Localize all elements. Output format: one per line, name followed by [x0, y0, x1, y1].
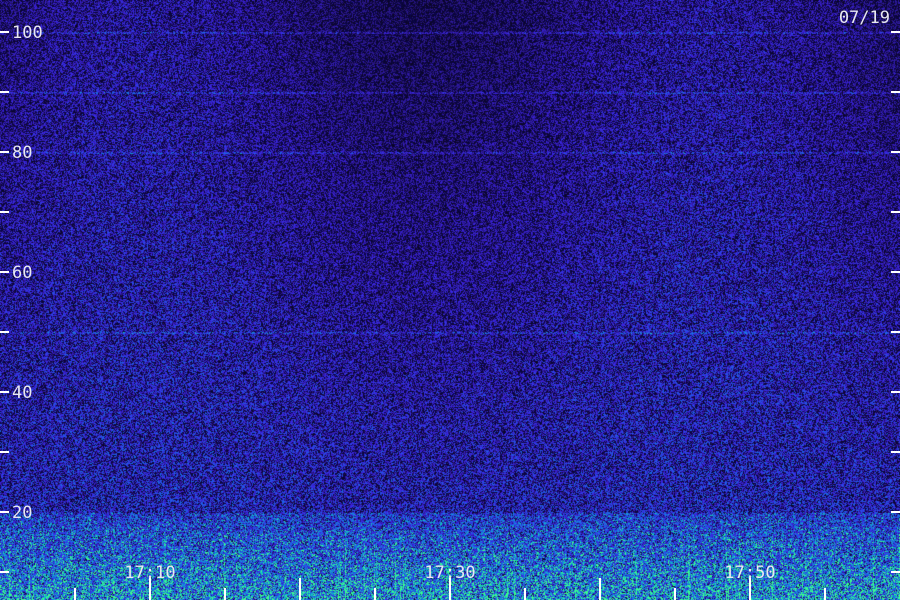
y-tick-label: 40 — [12, 383, 32, 403]
y-tick-label: 100 — [12, 23, 43, 43]
date-label: 07/19 — [839, 8, 890, 28]
y-tick-label: 20 — [12, 503, 32, 523]
chart-axes-overlay: 20 40 60 80 100 17:10 17:30 17:50 07/19 — [0, 8, 900, 600]
x-tick-label: 17:10 — [124, 563, 175, 583]
y-tick-label: 80 — [12, 143, 32, 163]
x-tick-label: 17:50 — [724, 563, 775, 583]
y-tick-label: 60 — [12, 263, 32, 283]
x-axis: 17:10 17:30 17:50 — [74, 563, 826, 600]
y-axis: 20 40 60 80 100 — [0, 23, 900, 573]
x-tick-label: 17:30 — [424, 563, 475, 583]
